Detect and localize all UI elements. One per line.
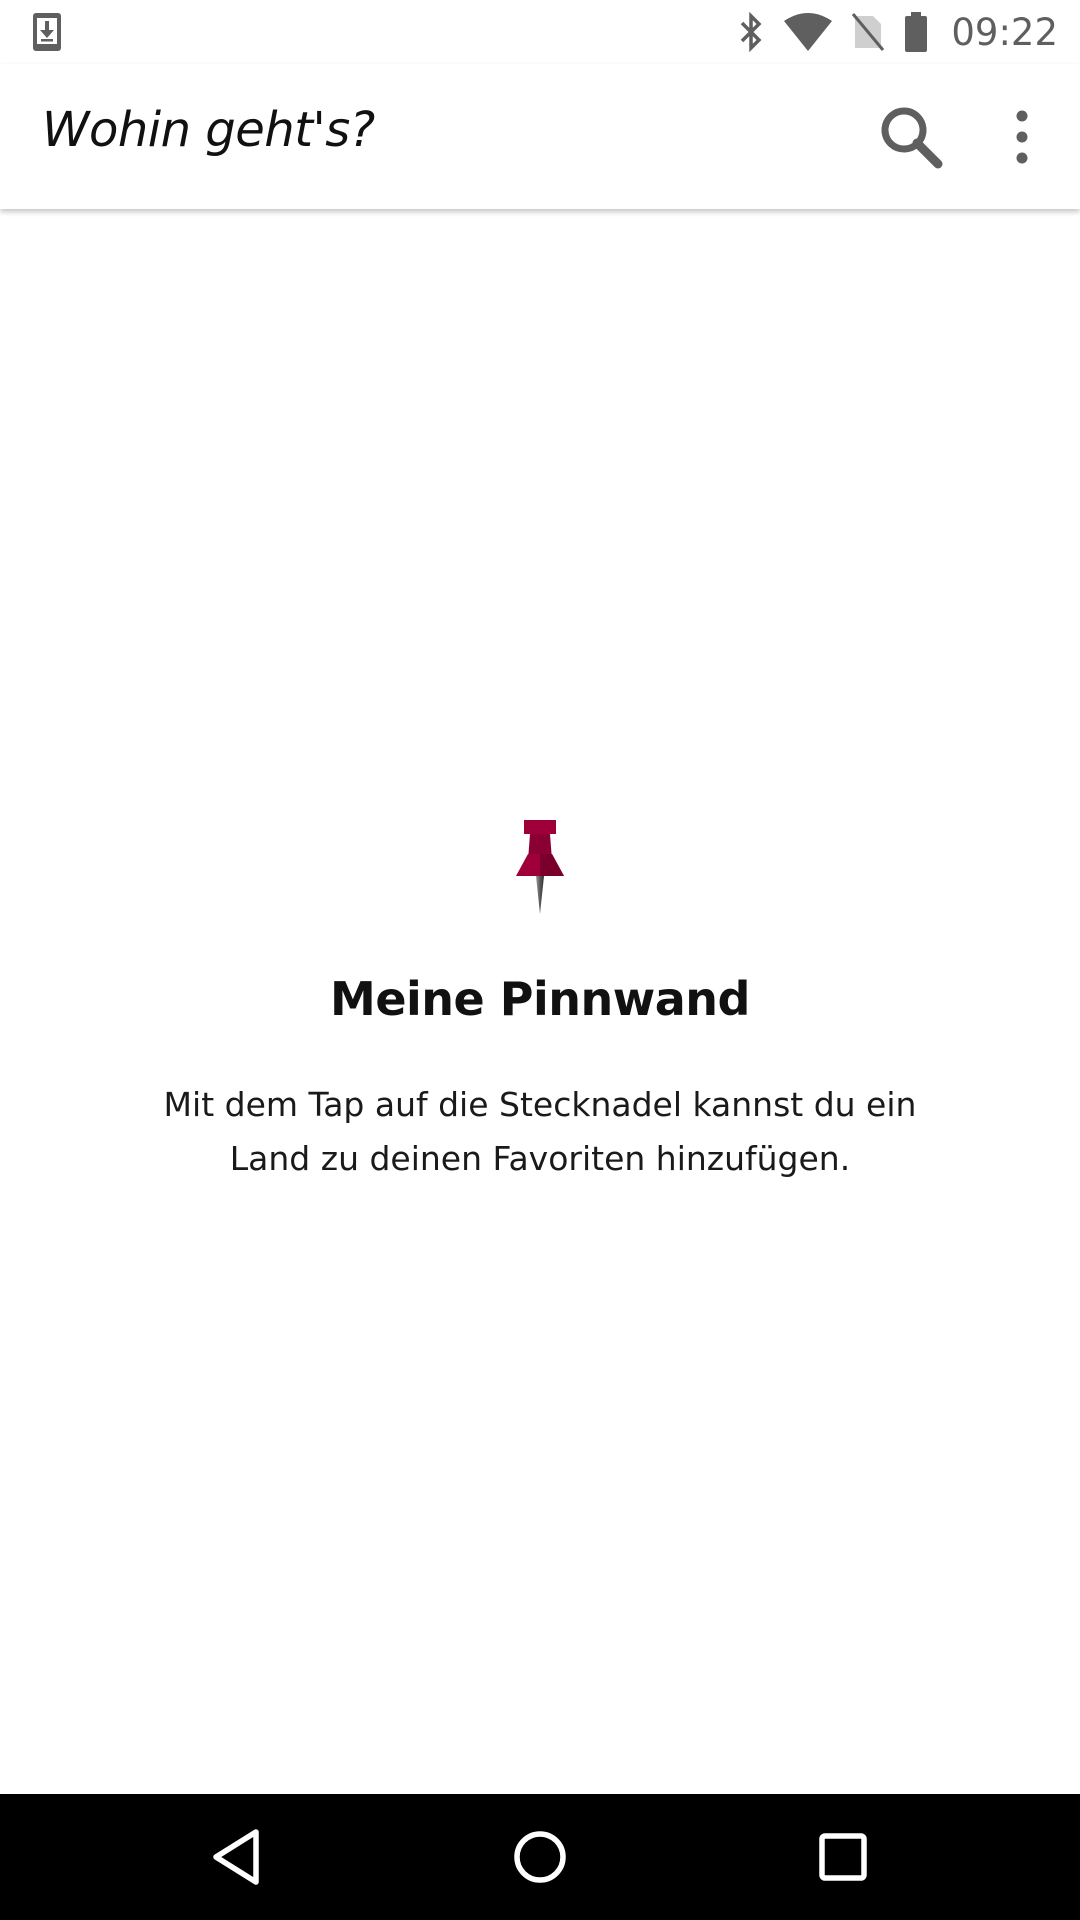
home-icon[interactable]	[507, 1824, 573, 1890]
recents-icon[interactable]	[810, 1824, 876, 1890]
more-vert-icon[interactable]	[1000, 104, 1044, 170]
status-icons: 09:22	[737, 8, 1058, 56]
screen: 09:22 Wohin geht's? Meine Pinnwand Mit d…	[0, 0, 1080, 1920]
empty-state-text: Mit dem Tap auf die Stecknadel kannst du…	[163, 1085, 917, 1178]
battery-icon	[905, 12, 928, 52]
app-title: Wohin geht's?	[42, 102, 375, 158]
app-bar: Wohin geht's?	[0, 64, 1080, 209]
bluetooth-icon	[741, 12, 762, 52]
status-bar: 09:22	[0, 0, 1080, 64]
navigation-bar	[0, 1794, 1080, 1920]
no-sim-icon	[852, 13, 885, 51]
pushpin-icon	[516, 820, 564, 914]
status-time: 09:22	[951, 10, 1058, 54]
wifi-icon	[784, 13, 833, 51]
back-icon[interactable]	[204, 1824, 270, 1890]
empty-state: Meine Pinnwand Mit dem Tap auf die Steck…	[0, 800, 1080, 1186]
empty-state-title: Meine Pinnwand	[330, 972, 750, 1026]
search-icon[interactable]	[878, 104, 944, 170]
download-notification-icon	[33, 13, 61, 51]
